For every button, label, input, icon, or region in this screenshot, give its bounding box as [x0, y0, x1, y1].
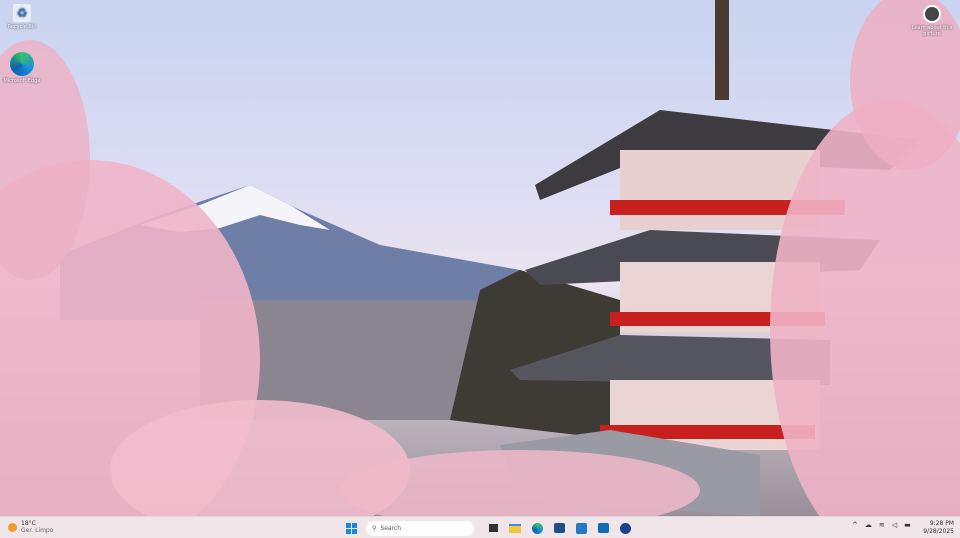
- weather-widget[interactable]: 18°C Ger. Limpo: [8, 520, 53, 534]
- desktop-icon-recycle-bin[interactable]: ♻ Recycle Bin: [0, 4, 44, 30]
- clock[interactable]: 9:28 PM 9/28/2025: [923, 520, 954, 536]
- shield-icon: [619, 522, 631, 534]
- windows-icon: [345, 522, 357, 534]
- wallpaper-scene: [0, 0, 960, 516]
- taskbar: 18°C Ger. Limpo ⚲ Search ^ ☁ ≋ ◁ ▬ 9:28 …: [0, 516, 960, 538]
- battery-icon[interactable]: ▬: [904, 521, 911, 529]
- folder-icon: [509, 523, 521, 533]
- dell-button[interactable]: [573, 520, 589, 536]
- edge-button[interactable]: [529, 520, 545, 536]
- store-button[interactable]: [551, 520, 567, 536]
- task-view-icon: [488, 524, 498, 532]
- camera-icon: [923, 5, 941, 23]
- learn-about-picture[interactable]: Learn about this picture: [910, 5, 954, 37]
- security-button[interactable]: [617, 520, 633, 536]
- edge-icon: [10, 52, 34, 76]
- wifi-icon[interactable]: ≋: [879, 521, 885, 529]
- task-view-button[interactable]: [485, 520, 501, 536]
- dell-icon: [575, 522, 587, 534]
- recycle-bin-icon: ♻: [13, 4, 31, 22]
- desktop-wallpaper: ♻ Recycle Bin Microsoft Edge Learn about…: [0, 0, 960, 516]
- chevron-up-icon[interactable]: ^: [852, 521, 858, 529]
- search-box[interactable]: ⚲ Search: [366, 520, 474, 536]
- store-icon: [553, 523, 565, 533]
- volume-icon[interactable]: ◁: [892, 521, 897, 529]
- weather-sun-icon: [8, 522, 17, 532]
- search-icon: ⚲: [372, 524, 377, 532]
- outlook-button[interactable]: [595, 520, 611, 536]
- desktop-icon-edge[interactable]: Microsoft Edge: [0, 52, 44, 84]
- edge-icon: [531, 522, 543, 534]
- start-button[interactable]: [343, 520, 359, 536]
- outlook-icon: [597, 523, 609, 533]
- onedrive-icon[interactable]: ☁: [865, 521, 872, 529]
- file-explorer-button[interactable]: [507, 520, 523, 536]
